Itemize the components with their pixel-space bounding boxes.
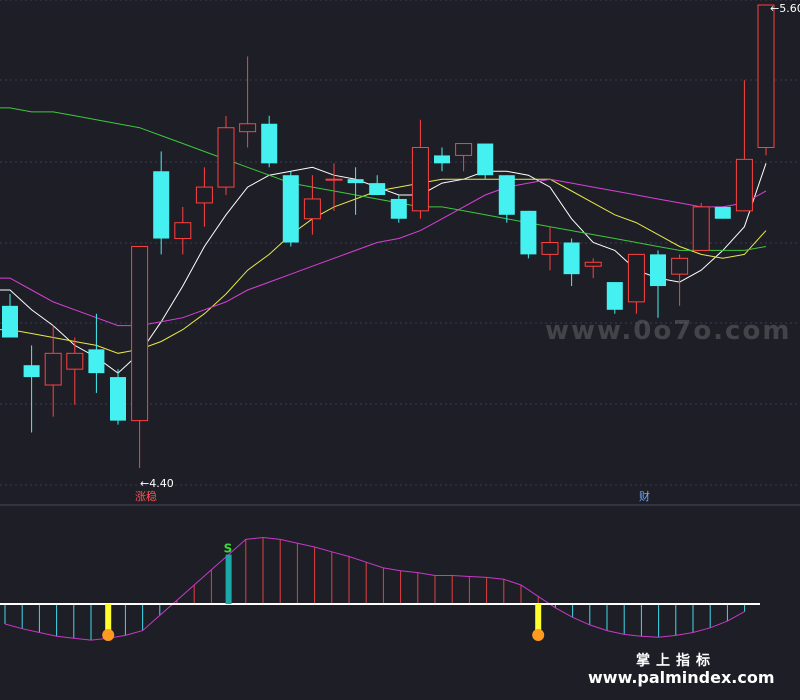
candle-body-up bbox=[303, 198, 321, 220]
candle-body-up bbox=[325, 178, 343, 181]
stock-chart: ←5.60 ←4.40涨稳 财 S www.0o7o.com 掌上指标 www.pal… bbox=[0, 0, 800, 700]
watermark-middle: www.0o7o.com bbox=[545, 316, 792, 346]
candle-body-up bbox=[757, 4, 775, 148]
candle-body-down bbox=[153, 171, 170, 239]
candle-body-up bbox=[44, 352, 62, 386]
signal-bar-teal bbox=[225, 554, 232, 604]
candle-body-down bbox=[714, 206, 731, 219]
signal-dot bbox=[532, 629, 545, 641]
candle-body-up bbox=[239, 123, 257, 133]
candle-body-down bbox=[347, 179, 364, 184]
candle-body-up bbox=[66, 352, 84, 370]
candle-body-down bbox=[2, 305, 18, 338]
ma-line-ma20 bbox=[0, 178, 767, 327]
candle-body-down bbox=[606, 282, 623, 310]
indicator-curve bbox=[4, 536, 745, 641]
candle-body-up bbox=[541, 242, 559, 255]
candlestick-chart: ←5.60 ←4.40涨稳 财 S bbox=[0, 0, 800, 641]
candle-body-down bbox=[434, 155, 450, 164]
high-price-label: ←5.60 bbox=[770, 2, 800, 15]
finance-tag: 财 bbox=[639, 489, 650, 503]
signal-bar-yellow bbox=[535, 604, 542, 632]
watermark-url: www.palmindex.com bbox=[588, 668, 775, 687]
candle-body-up bbox=[131, 245, 149, 422]
candle-body-up bbox=[195, 186, 213, 204]
candle-body-down bbox=[23, 365, 40, 378]
candle-body-down bbox=[563, 242, 580, 275]
low-price-label: ←4.40 bbox=[140, 477, 174, 490]
candle-body-down bbox=[498, 175, 515, 215]
candle-body-up bbox=[692, 206, 710, 251]
candle-body-up bbox=[411, 147, 429, 212]
ma-line-ma60 bbox=[0, 107, 767, 251]
limit-up-tag: 涨稳 bbox=[135, 489, 157, 503]
watermark-cn: 掌上指标 bbox=[636, 653, 716, 669]
candle-body-down bbox=[390, 198, 407, 219]
signal-marker-text: S bbox=[224, 542, 233, 556]
signal-bar-yellow bbox=[105, 604, 112, 632]
candle-body-up bbox=[174, 222, 192, 240]
candle-body-up bbox=[584, 261, 602, 267]
candle-body-down bbox=[261, 123, 278, 164]
signal-dot bbox=[102, 629, 115, 641]
candle-body-down bbox=[477, 143, 494, 176]
candle-body-down bbox=[520, 210, 537, 255]
candle-body-down bbox=[650, 254, 666, 287]
candle-body-down bbox=[369, 183, 386, 195]
candle-body-up bbox=[627, 253, 645, 303]
candle-body-up bbox=[735, 158, 753, 212]
candle-body-up bbox=[455, 143, 473, 156]
candle-body-up bbox=[671, 257, 689, 275]
candle-body-down bbox=[282, 175, 299, 243]
candle-body-down bbox=[110, 377, 126, 421]
candle-body-down bbox=[88, 349, 105, 374]
candle-body-up bbox=[217, 127, 235, 188]
